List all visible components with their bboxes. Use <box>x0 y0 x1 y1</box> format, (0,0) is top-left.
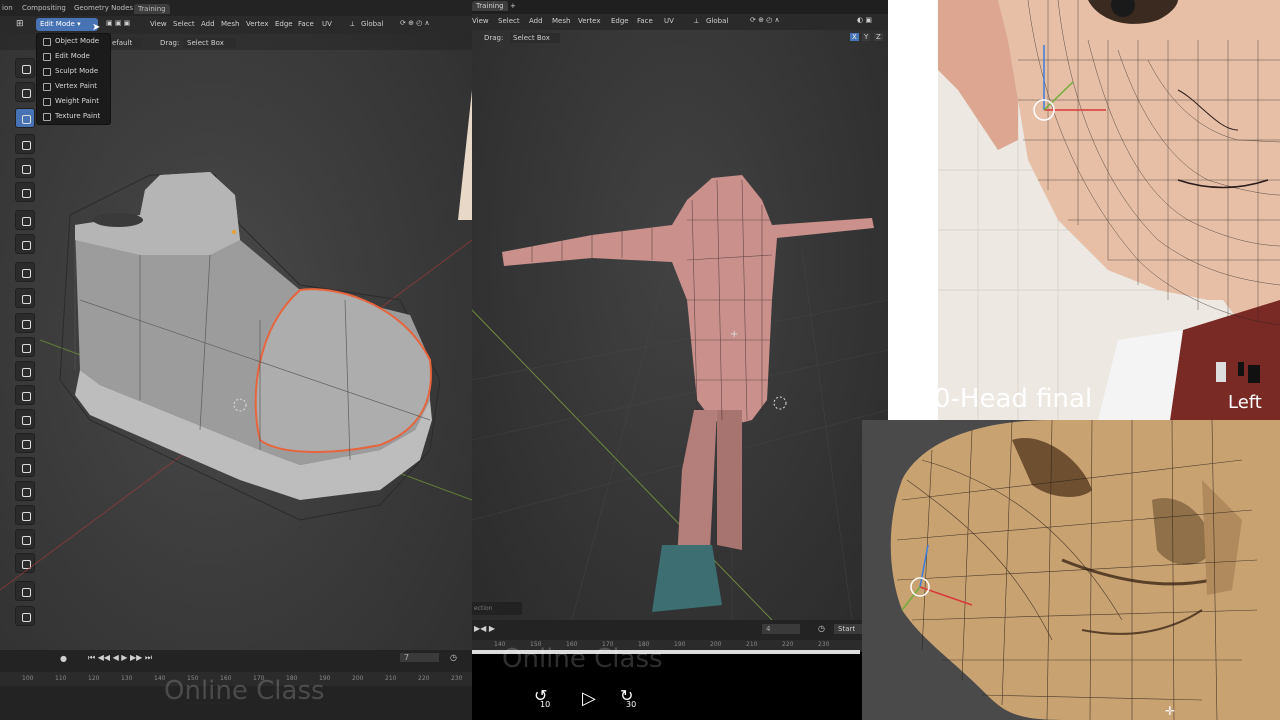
ruler-tick: 120 <box>88 675 100 682</box>
head-wireframe-image <box>938 0 1280 420</box>
panel-divider <box>888 0 938 420</box>
watermark: Online Class <box>502 644 663 674</box>
ruler-tick: 100 <box>22 675 34 682</box>
frame-field[interactable]: 4 <box>762 624 801 634</box>
clock-icon: ◷ <box>450 653 457 662</box>
ruler-tick: 210 <box>746 641 758 648</box>
shoe-mesh-viewport[interactable] <box>0 0 472 650</box>
ruler-tick: 110 <box>55 675 67 682</box>
rewind-seconds: 10 <box>540 700 551 709</box>
timeline-controls[interactable]: ▶◀ ▶ <box>474 624 495 633</box>
ruler-tick: 200 <box>710 641 722 648</box>
head-sculpt-viewport: ✛ <box>862 420 1280 720</box>
frame-field[interactable]: 7 <box>400 653 440 662</box>
ruler-tick: 230 <box>451 675 463 682</box>
ruler-tick: 220 <box>782 641 794 648</box>
viewport-panel-left: ion Compositing Geometry Nodes Training … <box>0 0 472 720</box>
playback-controls[interactable]: ⏮ ◀◀ ◀ ▶ ▶▶ ⏭ <box>88 653 152 663</box>
reference-head-wireframe: 0-Head final Left <box>938 0 1280 420</box>
clock-icon: ◷ <box>818 624 825 633</box>
rewind-button[interactable]: ↺ 10 <box>534 686 556 714</box>
view-label: Left <box>1228 392 1262 413</box>
keyframe-icon[interactable]: ● <box>60 654 67 663</box>
play-button[interactable]: ▷ <box>582 688 596 709</box>
start-frame-field[interactable]: Start <box>834 624 864 634</box>
svg-text:+: + <box>730 329 738 340</box>
status-bar-text: ection <box>472 602 523 615</box>
ruler-tick: 220 <box>418 675 430 682</box>
ruler-tick: 230 <box>818 641 830 648</box>
viewport-panel-middle: Training + View Select Add Mesh Vertex E… <box>472 0 888 640</box>
ruler-tick: 200 <box>352 675 364 682</box>
character-mesh-viewport[interactable]: + <box>472 0 888 620</box>
ruler-tick: 190 <box>674 641 686 648</box>
ruler-tick: 130 <box>121 675 133 682</box>
forward-seconds: 30 <box>626 700 637 709</box>
ruler-tick: 210 <box>385 675 397 682</box>
forward-button[interactable]: ↻ 30 <box>620 686 642 714</box>
watermark: Online Class <box>164 676 325 706</box>
video-caption: 0-Head final <box>938 384 1093 414</box>
svg-text:✛: ✛ <box>1165 704 1175 718</box>
head-mesh-image[interactable]: ✛ <box>862 420 1280 720</box>
